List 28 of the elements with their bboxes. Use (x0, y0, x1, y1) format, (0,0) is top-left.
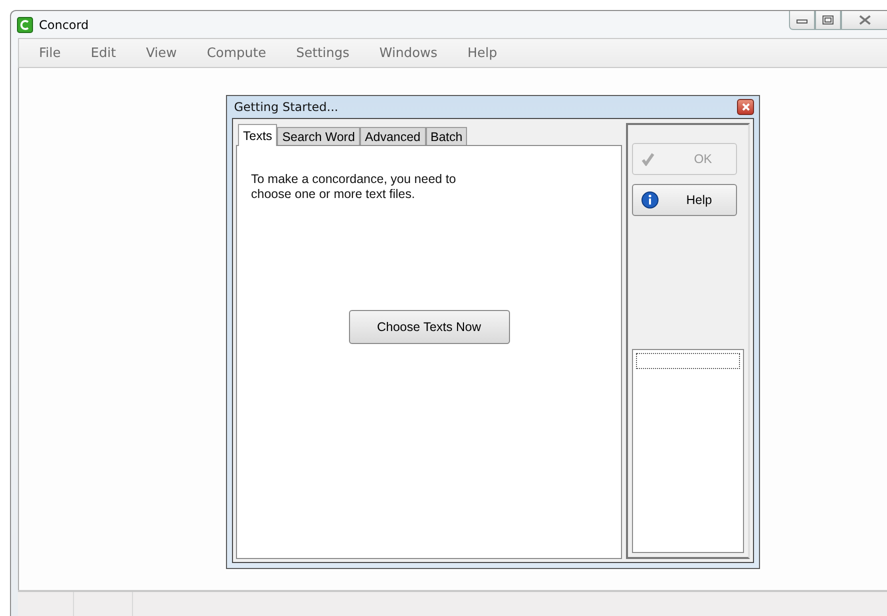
close-icon (858, 15, 870, 25)
help-button[interactable]: Help (632, 184, 737, 216)
menu-item[interactable]: Windows (379, 46, 438, 60)
app-logo-icon (17, 16, 33, 32)
menu-item[interactable]: File (39, 46, 61, 60)
tab[interactable]: Batch (426, 127, 468, 145)
minimize-button[interactable] (789, 11, 815, 30)
dialog-title: Getting Started... (233, 100, 338, 114)
close-button[interactable] (841, 11, 887, 30)
list-item[interactable] (636, 353, 740, 369)
menu-item[interactable]: Settings (296, 46, 350, 60)
menu-item[interactable]: Edit (90, 46, 116, 60)
choose-texts-button[interactable]: Choose Texts Now (348, 310, 510, 344)
maximize-icon (822, 15, 834, 25)
close-button[interactable] (737, 99, 754, 115)
tab[interactable]: Search Word (277, 127, 360, 145)
menu-item[interactable]: View (146, 46, 177, 60)
instruction-text: To make a concordance, you need to choose one or more text files. (251, 172, 457, 202)
maximize-button[interactable] (815, 11, 841, 30)
window-title: Concord (39, 18, 89, 32)
list-box[interactable] (632, 349, 744, 553)
tab[interactable]: Advanced (360, 127, 426, 145)
menu-item[interactable]: Help (467, 46, 498, 60)
close-icon (742, 103, 750, 111)
tab[interactable]: Texts (238, 124, 278, 146)
menu-item[interactable]: Compute (206, 46, 266, 60)
info-icon (641, 191, 659, 209)
check-icon (641, 152, 655, 166)
